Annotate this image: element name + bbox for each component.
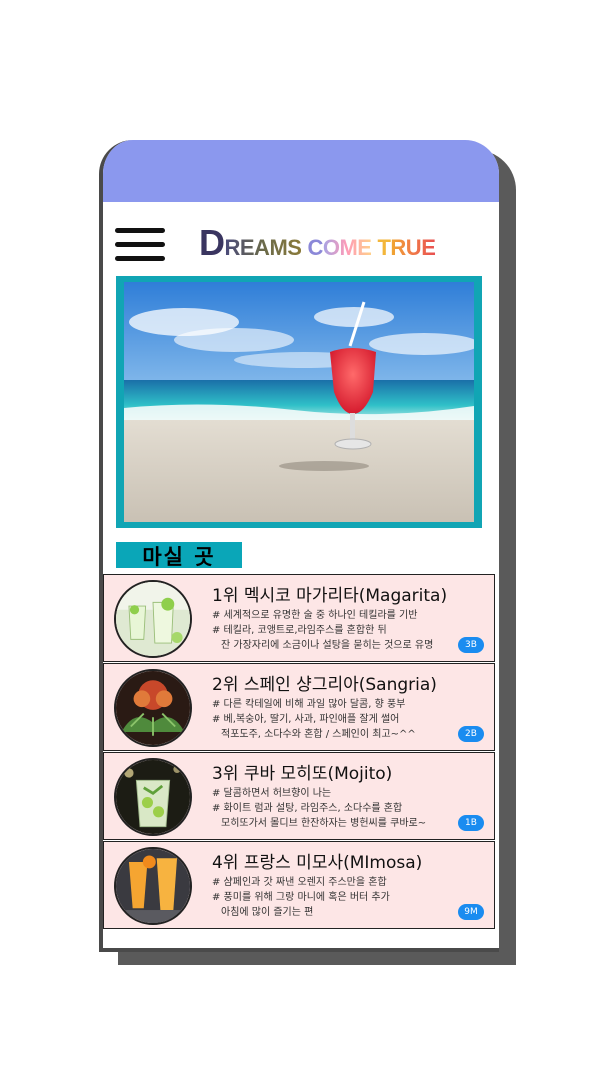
rank-badge: 2B [458, 726, 484, 742]
item-title: 2위 스페인 샹그리아(Sangria) [212, 675, 437, 695]
hero-image-frame [116, 276, 482, 528]
item-description: # 샴페인과 갓 짜낸 오렌지 주스만을 혼합 [212, 877, 387, 888]
item-description: # 테킬라, 코앵트로,라임주스를 혼합한 뒤 [212, 625, 387, 636]
item-description: # 다른 칵테일에 비해 과일 많아 달콤, 향 풍부 [212, 699, 406, 710]
ranking-list: 1위 멕시코 마가리타(Magarita) # 세계적으로 유명한 술 중 하나… [103, 574, 495, 930]
hamburger-menu-icon[interactable] [115, 228, 167, 264]
rank-badge: 3B [458, 637, 484, 653]
item-description: 모히또가서 몰디브 한잔하자는 병헌씨를 쿠바로~ [221, 818, 427, 829]
item-description: 잔 가장자리에 소금이나 설탕을 묻히는 것으로 유명 [221, 640, 434, 651]
list-item[interactable]: 2위 스페인 샹그리아(Sangria) # 다른 칵테일에 비해 과일 많아 … [103, 663, 495, 751]
rank-badge: 1B [458, 815, 484, 831]
item-description: 아침에 많이 즐기는 편 [221, 907, 314, 918]
logo-letter: D [199, 222, 225, 263]
list-item[interactable]: 4위 프랑스 미모사(MImosa) # 샴페인과 갓 짜낸 오렌지 주스만을 … [103, 841, 495, 929]
item-description: 적포도주, 소다수와 혼합 / 스페인이 최고~^^ [221, 729, 416, 740]
beach-cocktail-image [124, 282, 474, 522]
logo-text: OME [322, 235, 372, 260]
rank-badge: 9M [458, 904, 484, 920]
logo-text: REAMS [224, 235, 302, 260]
item-description: # 베,복숭아, 딸기, 사과, 파인애플 잘게 썰어 [212, 714, 400, 725]
item-description: # 세계적으로 유명한 술 중 하나인 테킬라를 기반 [212, 610, 418, 621]
phone-frame: D REAMS C OME T RUE 마실 곳 1위 멕시코 마가리타(Mag… [99, 140, 499, 952]
section-label: 마실 곳 [116, 542, 242, 569]
mojito-thumbnail [114, 758, 192, 836]
item-title: 4위 프랑스 미모사(MImosa) [212, 853, 423, 873]
logo: D REAMS C OME T RUE [199, 222, 436, 264]
sangria-thumbnail [114, 669, 192, 747]
item-description: # 달콤하면서 허브향이 나는 [212, 788, 332, 799]
logo-text: RUE [390, 235, 436, 260]
item-description: # 풍미를 위해 그랑 마니에 혹은 버터 추가 [212, 892, 390, 903]
item-title: 1위 멕시코 마가리타(Magarita) [212, 586, 448, 606]
item-description: # 화이트 럼과 설탕, 라임주스, 소다수를 혼합 [212, 803, 403, 814]
item-title: 3위 쿠바 모히또(Mojito) [212, 764, 393, 784]
stage: D REAMS C OME T RUE 마실 곳 1위 멕시코 마가리타(Mag… [0, 0, 600, 1080]
logo-letter: C [307, 235, 323, 260]
logo-letter: T [377, 235, 391, 260]
list-item[interactable]: 3위 쿠바 모히또(Mojito) # 달콤하면서 허브향이 나는 # 화이트 … [103, 752, 495, 840]
mimosa-thumbnail [114, 847, 192, 925]
phone-top-bar [103, 140, 499, 202]
margarita-thumbnail [114, 580, 192, 658]
list-item[interactable]: 1위 멕시코 마가리타(Magarita) # 세계적으로 유명한 술 중 하나… [103, 574, 495, 662]
